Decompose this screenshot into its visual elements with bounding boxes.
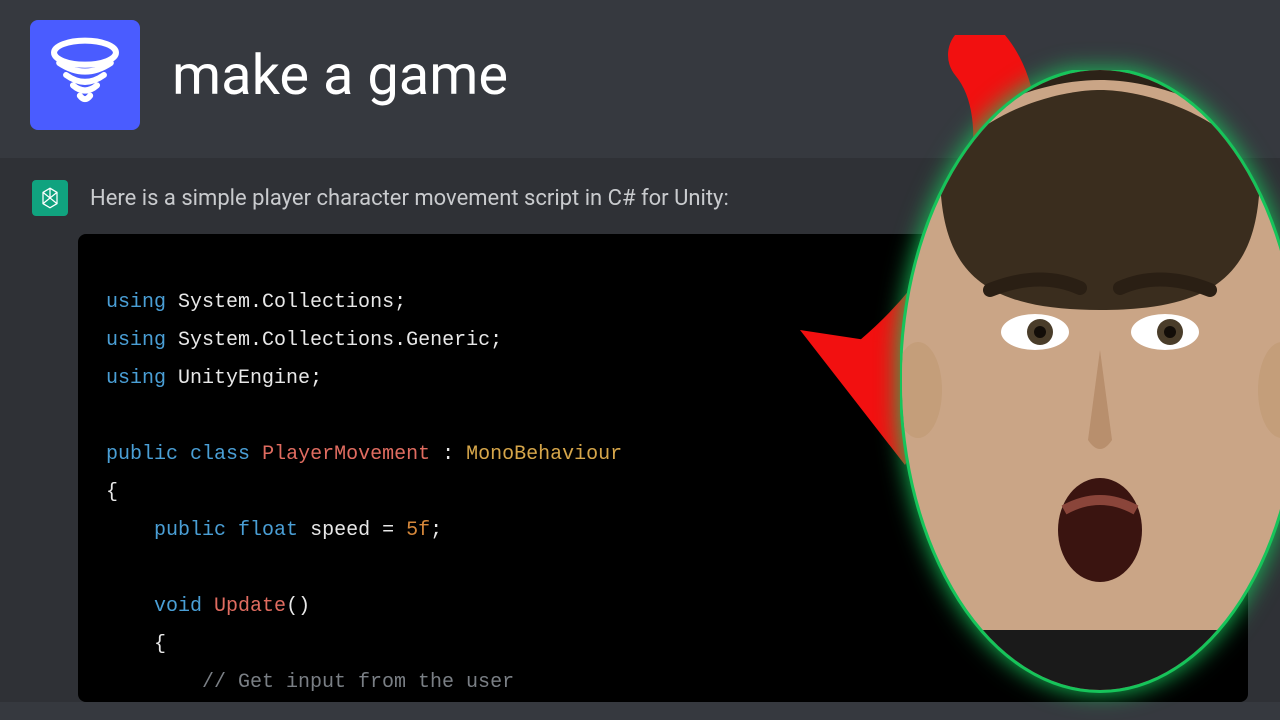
response-intro-text: Here is a simple player character moveme… [90,186,729,211]
face-overlay [900,70,1280,710]
app-tornado-icon [30,20,140,130]
gpt-icon [32,180,68,216]
prompt-title: make a game [172,42,508,108]
